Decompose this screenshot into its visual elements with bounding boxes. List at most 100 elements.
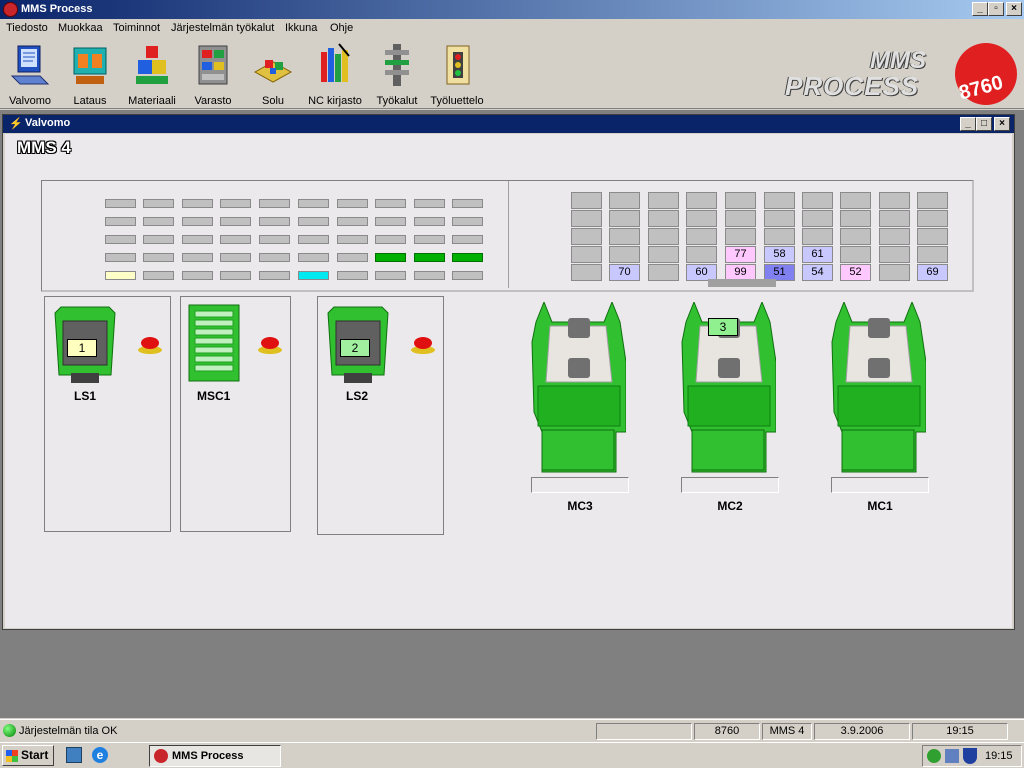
left-grid-cell[interactable] <box>105 235 136 244</box>
close-button[interactable]: × <box>1006 2 1022 16</box>
right-grid-cell[interactable] <box>571 228 602 245</box>
left-grid-cell[interactable] <box>375 235 406 244</box>
menu-toiminnot[interactable]: Toiminnot <box>113 22 160 34</box>
left-grid-cell[interactable] <box>375 271 406 280</box>
right-grid-cell[interactable] <box>686 192 717 209</box>
left-grid-cell[interactable] <box>452 199 483 208</box>
left-grid-cell[interactable] <box>220 217 251 226</box>
station-msc1[interactable]: MSC1 <box>180 296 291 532</box>
machining-center[interactable] <box>530 300 627 474</box>
show-desktop-icon[interactable] <box>66 747 82 763</box>
right-grid-cell[interactable] <box>571 246 602 263</box>
toolbar-tyokalut[interactable]: Työkalut <box>372 42 422 107</box>
left-grid-cell[interactable] <box>337 235 368 244</box>
left-grid-cell[interactable] <box>452 253 483 262</box>
left-grid-cell[interactable] <box>220 199 251 208</box>
left-grid-cell[interactable] <box>143 217 174 226</box>
left-grid-cell[interactable] <box>298 235 329 244</box>
right-grid-cell[interactable]: 54 <box>802 264 833 281</box>
right-grid-cell[interactable] <box>648 210 679 227</box>
right-grid-cell[interactable] <box>609 192 640 209</box>
left-grid-cell[interactable] <box>105 253 136 262</box>
left-grid-cell[interactable] <box>105 271 136 280</box>
right-grid-cell[interactable]: 77 <box>725 246 756 263</box>
right-grid-cell[interactable] <box>879 264 910 281</box>
right-grid-cell[interactable]: 52 <box>840 264 871 281</box>
toolbar-varasto[interactable]: Varasto <box>190 42 236 107</box>
right-grid-cell[interactable]: 69 <box>917 264 948 281</box>
left-grid-cell[interactable] <box>259 217 290 226</box>
right-grid-cell[interactable] <box>571 210 602 227</box>
right-grid-cell[interactable] <box>879 192 910 209</box>
left-grid-cell[interactable] <box>259 253 290 262</box>
right-grid-cell[interactable] <box>609 210 640 227</box>
right-grid-cell[interactable] <box>725 192 756 209</box>
right-grid-cell[interactable] <box>764 192 795 209</box>
left-grid-cell[interactable] <box>220 253 251 262</box>
computer-icon[interactable] <box>945 749 959 763</box>
left-grid-cell[interactable] <box>259 199 290 208</box>
restore-button[interactable]: ▫ <box>988 2 1004 16</box>
right-grid-cell[interactable] <box>764 228 795 245</box>
right-grid-cell[interactable] <box>571 192 602 209</box>
right-grid-cell[interactable] <box>802 228 833 245</box>
left-grid-cell[interactable] <box>105 217 136 226</box>
left-grid-cell[interactable] <box>298 253 329 262</box>
left-grid-cell[interactable] <box>414 271 445 280</box>
left-grid-cell[interactable] <box>375 217 406 226</box>
right-grid-cell[interactable] <box>840 210 871 227</box>
right-grid-cell[interactable] <box>648 228 679 245</box>
child-minimize-button[interactable]: _ <box>960 117 976 131</box>
menu-tiedosto[interactable]: Tiedosto <box>6 22 48 34</box>
left-grid-cell[interactable] <box>182 199 213 208</box>
network-icon[interactable] <box>927 749 941 763</box>
left-grid-cell[interactable] <box>337 271 368 280</box>
menu-muokkaa[interactable]: Muokkaa <box>58 22 103 34</box>
toolbar-solu[interactable]: Solu <box>250 42 296 107</box>
left-grid-cell[interactable] <box>143 199 174 208</box>
right-grid-cell[interactable] <box>917 210 948 227</box>
child-maximize-button[interactable]: □ <box>976 117 992 131</box>
minimize-button[interactable]: _ <box>972 2 988 16</box>
left-grid-cell[interactable] <box>220 271 251 280</box>
right-grid-cell[interactable] <box>879 246 910 263</box>
left-grid-cell[interactable] <box>182 271 213 280</box>
left-grid-cell[interactable] <box>337 199 368 208</box>
left-grid-cell[interactable] <box>414 253 445 262</box>
child-close-button[interactable]: × <box>994 117 1010 131</box>
right-grid-cell[interactable] <box>802 192 833 209</box>
station-ls2[interactable]: 2 LS2 <box>317 296 444 535</box>
left-grid-cell[interactable] <box>143 253 174 262</box>
menu-ikkuna[interactable]: Ikkuna <box>285 22 317 34</box>
left-grid-cell[interactable] <box>143 235 174 244</box>
toolbar-tyoluettelo[interactable]: Työluettelo <box>428 42 486 107</box>
menu-jarjestelman-tyokalut[interactable]: Järjestelmän työkalut <box>171 22 274 34</box>
toolbar-valvomo[interactable]: Valvomo <box>6 42 54 107</box>
right-grid-cell[interactable] <box>879 228 910 245</box>
right-grid-cell[interactable] <box>686 246 717 263</box>
emergency-stop-icon[interactable] <box>137 335 163 355</box>
right-grid-cell[interactable] <box>571 264 602 281</box>
left-grid-cell[interactable] <box>298 271 329 280</box>
left-grid-cell[interactable] <box>182 217 213 226</box>
right-grid-cell[interactable] <box>917 192 948 209</box>
right-grid-cell[interactable] <box>609 228 640 245</box>
shield-icon[interactable] <box>963 748 977 764</box>
right-grid-cell[interactable] <box>609 246 640 263</box>
left-grid-cell[interactable] <box>414 199 445 208</box>
right-grid-cell[interactable] <box>840 246 871 263</box>
left-grid-cell[interactable] <box>298 217 329 226</box>
right-grid-cell[interactable] <box>840 192 871 209</box>
right-grid-cell[interactable] <box>764 210 795 227</box>
right-grid-cell[interactable] <box>686 228 717 245</box>
left-grid-cell[interactable] <box>452 271 483 280</box>
left-grid-cell[interactable] <box>452 217 483 226</box>
left-grid-cell[interactable] <box>143 271 174 280</box>
right-grid-cell[interactable]: 70 <box>609 264 640 281</box>
left-grid-cell[interactable] <box>259 235 290 244</box>
right-grid-cell[interactable] <box>648 192 679 209</box>
internet-explorer-icon[interactable]: e <box>92 747 108 763</box>
right-grid-cell[interactable] <box>840 228 871 245</box>
left-grid-cell[interactable] <box>337 253 368 262</box>
left-grid-cell[interactable] <box>220 235 251 244</box>
